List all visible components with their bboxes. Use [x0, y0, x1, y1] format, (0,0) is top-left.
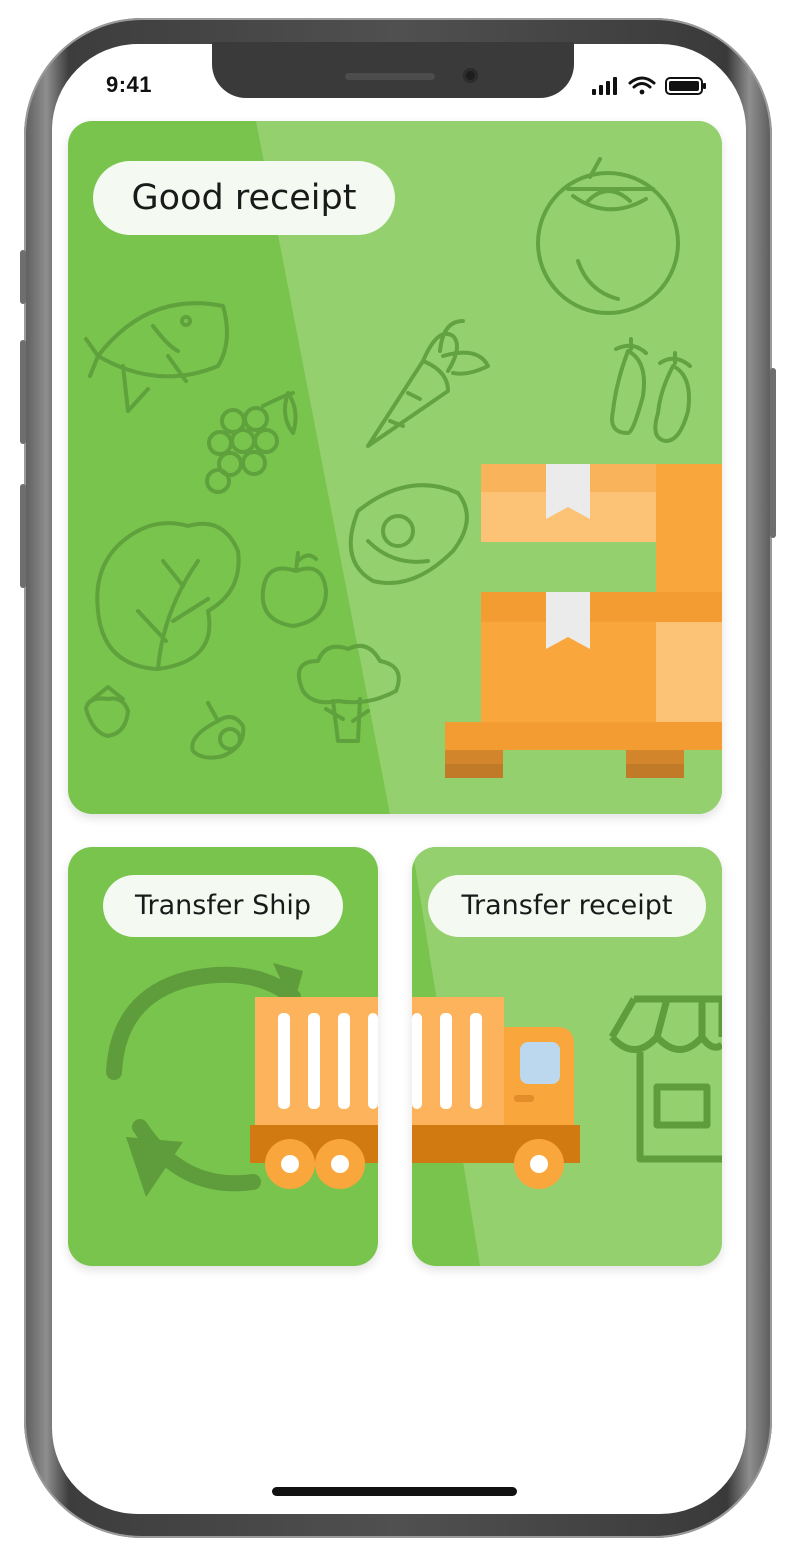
- home-indicator[interactable]: [272, 1487, 517, 1496]
- good-receipt-tile[interactable]: Good receipt: [68, 121, 722, 814]
- grapes-icon: [205, 391, 298, 494]
- speaker-grille: [345, 73, 435, 80]
- box-pallet-illustration: [445, 464, 722, 778]
- volume-down-button: [20, 484, 26, 588]
- status-icons: [592, 74, 712, 98]
- transfer-ship-label: Transfer Ship: [103, 875, 343, 937]
- silent-switch: [20, 250, 26, 304]
- lettuce-icon: [95, 521, 241, 671]
- apple-icon: [260, 551, 328, 628]
- strawberry-icon: [84, 685, 130, 738]
- power-button: [770, 368, 776, 538]
- transfer-receipt-tile[interactable]: Transfer receipt: [412, 847, 722, 1266]
- wifi-icon: [628, 76, 656, 95]
- battery-icon: [665, 77, 706, 95]
- volume-up-button: [20, 340, 26, 444]
- front-camera: [463, 68, 478, 83]
- onion-icon: [190, 701, 246, 760]
- good-receipt-label: Good receipt: [93, 161, 395, 235]
- notch: [212, 42, 574, 98]
- transfer-receipt-label: Transfer receipt: [428, 875, 706, 937]
- truck-rear-illustration: [250, 997, 378, 1189]
- status-time: 9:41: [106, 72, 153, 97]
- fish-icon: [84, 301, 229, 413]
- cellular-signal-icon: [592, 77, 617, 95]
- transfer-ship-tile[interactable]: Transfer Ship: [68, 847, 378, 1266]
